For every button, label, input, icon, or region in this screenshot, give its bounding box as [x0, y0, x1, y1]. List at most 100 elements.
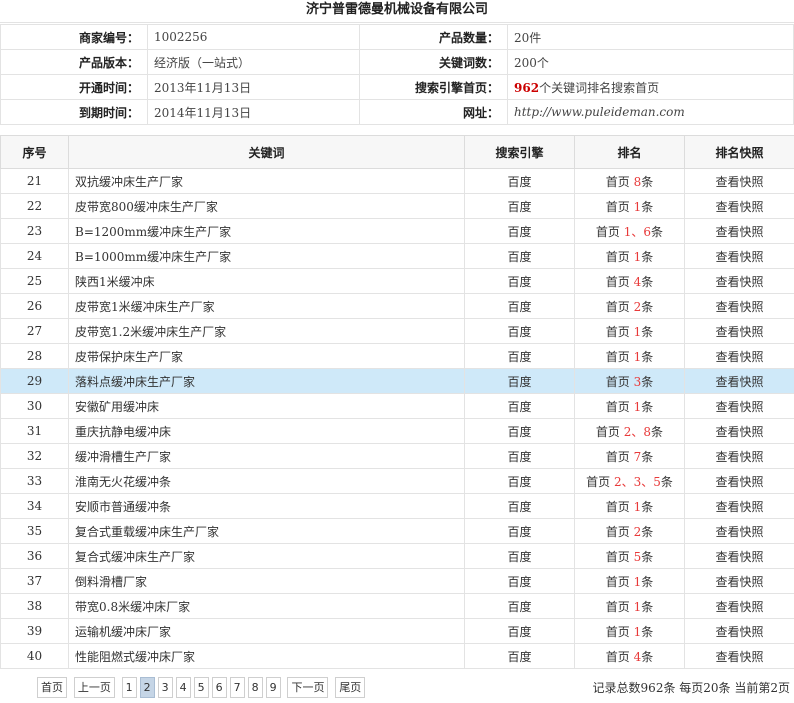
snapshot-link[interactable]: 查看快照 [684, 543, 794, 569]
prev-page-button[interactable]: 上一页 [73, 677, 115, 698]
row-rank: 首页 2条 [574, 518, 685, 544]
row-rank: 首页 1条 [574, 568, 685, 594]
snapshot-link[interactable]: 查看快照 [684, 343, 794, 369]
next-page-button[interactable]: 下一页 [287, 677, 329, 698]
page-button-3[interactable]: 3 [157, 677, 173, 698]
snapshot-link[interactable]: 查看快照 [684, 443, 794, 469]
snapshot-link[interactable]: 查看快照 [684, 218, 794, 244]
row-no: 40 [0, 643, 69, 669]
row-rank: 首页 1条 [574, 243, 685, 269]
snapshot-link[interactable]: 查看快照 [684, 518, 794, 544]
page-button-4[interactable]: 4 [175, 677, 191, 698]
row-engine: 百度 [464, 218, 575, 244]
table-row: 28 皮带保护床生产厂家 百度 首页 1条 查看快照 [0, 343, 794, 369]
row-engine: 百度 [464, 443, 575, 469]
rank-prefix: 首页 [605, 599, 630, 614]
search-home-text: 个关键词排名搜索首页 [539, 80, 660, 95]
row-keyword: 倒料滑槽厂家 [68, 568, 465, 594]
rank-suffix: 条 [641, 324, 654, 339]
header-keyword: 关键词 [68, 135, 465, 169]
table-row: 35 复合式重载缓冲床生产厂家 百度 首页 2条 查看快照 [0, 518, 794, 544]
row-engine: 百度 [464, 468, 575, 494]
table-row: 37 倒料滑槽厂家 百度 首页 1条 查看快照 [0, 568, 794, 594]
table-row: 27 皮带宽1.2米缓冲床生产厂家 百度 首页 1条 查看快照 [0, 318, 794, 344]
row-no: 35 [0, 518, 69, 544]
row-engine: 百度 [464, 568, 575, 594]
snapshot-link[interactable]: 查看快照 [684, 393, 794, 419]
row-keyword: 皮带宽1.2米缓冲床生产厂家 [68, 318, 465, 344]
row-keyword: 缓冲滑槽生产厂家 [68, 443, 465, 469]
page-button-7[interactable]: 7 [229, 677, 245, 698]
row-engine: 百度 [464, 543, 575, 569]
rank-suffix: 条 [641, 599, 654, 614]
rank-value: 1、6 [623, 224, 652, 239]
row-rank: 首页 2、3、5条 [574, 468, 685, 494]
row-rank: 首页 1条 [574, 393, 685, 419]
last-page-button[interactable]: 尾页 [335, 677, 366, 698]
row-engine: 百度 [464, 518, 575, 544]
page-button-1[interactable]: 1 [121, 677, 137, 698]
page-button-2[interactable]: 2 [139, 677, 155, 698]
row-keyword: 淮南无火花缓冲条 [68, 468, 465, 494]
keyword-ranking-table: 序号 关键词 搜索引擎 排名 排名快照 21 双抗缓冲床生产厂家 百度 首页 8条 查看… [0, 135, 794, 669]
expire-date-value: 2014年11月13日 [147, 99, 360, 125]
page-button-8[interactable]: 8 [247, 677, 263, 698]
rank-suffix: 条 [641, 274, 654, 289]
snapshot-link[interactable]: 查看快照 [684, 243, 794, 269]
row-no: 22 [0, 193, 69, 219]
open-date-value: 2013年11月13日 [147, 74, 360, 100]
row-no: 21 [0, 168, 69, 194]
row-no: 31 [0, 418, 69, 444]
snapshot-link[interactable]: 查看快照 [684, 643, 794, 669]
company-title: 济宁普雷德曼机械设备有限公司 [0, 0, 794, 23]
product-count-value: 20件 [507, 24, 794, 50]
url-value: http://www.puleideman.com [507, 99, 794, 125]
row-engine: 百度 [464, 193, 575, 219]
page-button-5[interactable]: 5 [193, 677, 209, 698]
rank-suffix: 条 [641, 449, 654, 464]
snapshot-link[interactable]: 查看快照 [684, 593, 794, 619]
rank-suffix: 条 [651, 224, 664, 239]
search-home-label: 搜索引擎首页： [359, 74, 508, 100]
snapshot-link[interactable]: 查看快照 [684, 368, 794, 394]
row-no: 36 [0, 543, 69, 569]
snapshot-link[interactable]: 查看快照 [684, 268, 794, 294]
rank-prefix: 首页 [605, 199, 630, 214]
first-page-button[interactable]: 首页 [37, 677, 67, 698]
snapshot-link[interactable]: 查看快照 [684, 618, 794, 644]
snapshot-link[interactable]: 查看快照 [684, 293, 794, 319]
snapshot-link[interactable]: 查看快照 [684, 193, 794, 219]
rank-suffix: 条 [641, 499, 654, 514]
row-engine: 百度 [464, 268, 575, 294]
page-button-6[interactable]: 6 [211, 677, 227, 698]
row-rank: 首页 1、6条 [574, 218, 685, 244]
version-label: 产品版本： [0, 49, 148, 75]
header-engine: 搜索引擎 [464, 135, 575, 169]
rank-suffix: 条 [641, 249, 654, 264]
keyword-count-value: 200个 [507, 49, 794, 75]
snapshot-link[interactable]: 查看快照 [684, 418, 794, 444]
rank-suffix: 条 [641, 574, 654, 589]
rank-prefix: 首页 [605, 299, 630, 314]
rank-value: 2、8 [623, 424, 652, 439]
row-keyword: 安顺市普通缓冲条 [68, 493, 465, 519]
snapshot-link[interactable]: 查看快照 [684, 493, 794, 519]
table-row: 25 陕西1米缓冲床 百度 首页 4条 查看快照 [0, 268, 794, 294]
row-engine: 百度 [464, 643, 575, 669]
row-keyword: 复合式缓冲床生产厂家 [68, 543, 465, 569]
url-link[interactable]: http://www.puleideman.com [514, 105, 685, 119]
row-engine: 百度 [464, 243, 575, 269]
row-engine: 百度 [464, 418, 575, 444]
snapshot-link[interactable]: 查看快照 [684, 318, 794, 344]
product-count-label: 产品数量： [359, 24, 508, 50]
rank-suffix: 条 [641, 624, 654, 639]
search-home-count: 962 [514, 80, 540, 95]
snapshot-link[interactable]: 查看快照 [684, 168, 794, 194]
row-no: 24 [0, 243, 69, 269]
snapshot-link[interactable]: 查看快照 [684, 568, 794, 594]
rank-suffix: 条 [641, 549, 654, 564]
page-button-9[interactable]: 9 [265, 677, 281, 698]
rank-prefix: 首页 [605, 324, 630, 339]
snapshot-link[interactable]: 查看快照 [684, 468, 794, 494]
merchant-info-table: 商家编号： 1002256 产品数量： 20件 产品版本： 经济版（一站式） 关… [0, 24, 794, 125]
